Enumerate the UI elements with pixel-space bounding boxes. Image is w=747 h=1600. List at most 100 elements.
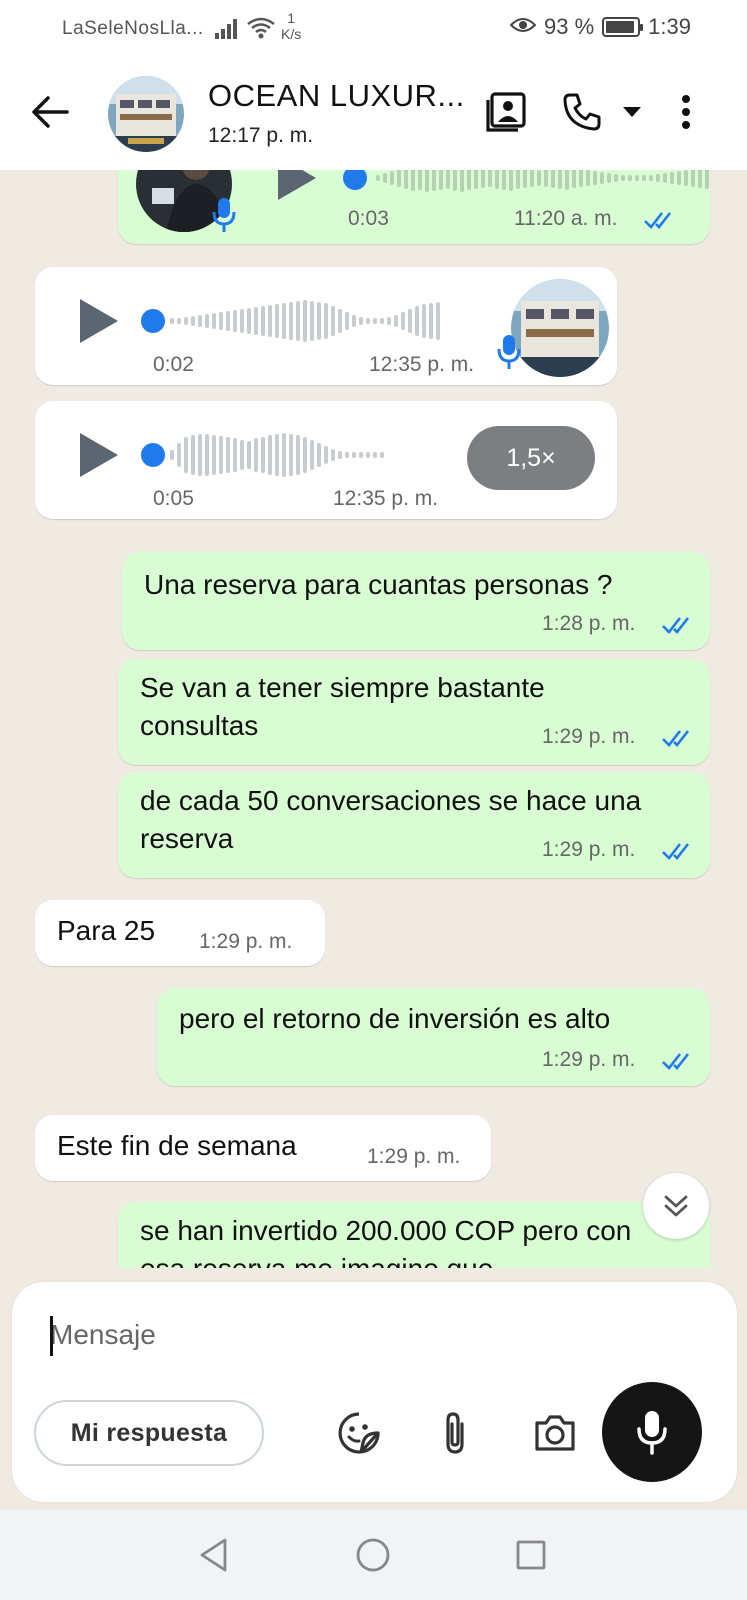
message-input[interactable] — [50, 1310, 590, 1360]
waveform-bar — [621, 175, 625, 181]
text-message-incoming[interactable]: Para 25 1:29 p. m. — [35, 900, 325, 966]
status-right: 93 % 1:39 — [509, 14, 691, 40]
text-message-outgoing[interactable]: Se van a tener siempre bastante consulta… — [118, 659, 710, 765]
attach-button[interactable] — [430, 1408, 480, 1458]
waveform-bar — [331, 449, 335, 461]
waveform-bar — [233, 310, 237, 332]
call-options-button[interactable] — [618, 88, 646, 136]
message-list[interactable]: 0:03 11:20 a. m. 0:02 12:35 p. m. 0:05 1… — [0, 170, 747, 1268]
text-message-outgoing[interactable]: pero el retorno de inversión es alto 1:2… — [157, 988, 710, 1086]
waveform-bar — [481, 170, 485, 188]
waveform-bar — [254, 307, 258, 335]
sticker-icon — [338, 1412, 380, 1454]
circle-home-icon — [356, 1538, 390, 1572]
voice-message-incoming[interactable]: 0:05 12:35 p. m. 1,5× — [35, 401, 617, 519]
nav-home-button[interactable] — [350, 1532, 396, 1578]
text-message-outgoing[interactable]: Una reserva para cuantas personas ? 1:28… — [122, 552, 710, 650]
play-button[interactable] — [80, 299, 118, 343]
text-message-outgoing[interactable]: se han invertido 200.000 COP pero con es… — [118, 1202, 710, 1268]
waveform-bar — [170, 318, 174, 324]
waveform-bar — [467, 170, 471, 190]
waveform-bar — [600, 172, 604, 184]
waveform-bar — [579, 170, 583, 187]
nav-recents-button[interactable] — [508, 1532, 554, 1578]
waveform-bar — [240, 440, 244, 470]
message-time: 12:35 p. m. — [333, 487, 439, 510]
waveform-bar — [677, 171, 681, 185]
waveform-bar — [177, 443, 181, 467]
waveform-bar — [282, 303, 286, 339]
voice-duration: 0:05 — [153, 487, 194, 510]
text-message-outgoing[interactable]: de cada 50 conversaciones se hace una re… — [118, 772, 710, 878]
triangle-back-icon — [200, 1538, 227, 1572]
back-button[interactable] — [26, 88, 74, 136]
waveform-bar — [394, 315, 398, 327]
speed-value: 1 — [287, 10, 296, 26]
waveform-bar — [289, 302, 293, 340]
waveform[interactable] — [170, 296, 440, 346]
waveform-bar — [380, 452, 384, 458]
play-button[interactable] — [278, 170, 316, 200]
progress-dot[interactable] — [141, 443, 165, 467]
waveform-bar — [184, 317, 188, 325]
battery-percent: 93 % — [544, 14, 595, 39]
waveform-bar — [219, 312, 223, 330]
waveform-bar — [366, 452, 370, 458]
waveform-bar — [184, 437, 188, 473]
play-button[interactable] — [80, 433, 118, 477]
waveform[interactable] — [376, 170, 709, 203]
waveform-bar — [495, 170, 499, 189]
waveform[interactable] — [170, 430, 384, 480]
camera-button[interactable] — [530, 1408, 580, 1458]
progress-dot[interactable] — [141, 309, 165, 333]
waveform-bar — [453, 170, 457, 191]
waveform-bar — [296, 301, 300, 341]
chat-header: OCEAN LUXUR... 12:17 p. m. — [0, 58, 747, 170]
waveform-bar — [425, 170, 429, 192]
message-time: 1:29 p. m. — [367, 1145, 461, 1168]
nav-back-button[interactable] — [190, 1532, 236, 1578]
waveform-bar — [387, 317, 391, 325]
waveform-bar — [586, 170, 590, 186]
call-button[interactable] — [558, 88, 606, 136]
waveform-bar — [663, 173, 667, 183]
scroll-to-bottom-button[interactable] — [643, 1173, 709, 1239]
waveform-bar — [268, 305, 272, 337]
message-time: 1:28 p. m. — [542, 612, 636, 635]
waveform-bar — [422, 304, 426, 338]
waveform-bar — [376, 175, 380, 181]
menu-button[interactable] — [672, 88, 700, 136]
contact-card-button[interactable] — [482, 88, 530, 136]
waveform-bar — [523, 170, 527, 188]
waveform-bar — [572, 170, 576, 188]
more-vertical-icon — [682, 95, 690, 129]
waveform-bar — [261, 437, 265, 473]
read-ticks-icon — [662, 843, 690, 860]
progress-dot[interactable] — [343, 170, 367, 190]
waveform-bar — [502, 170, 506, 190]
sticker-button[interactable] — [334, 1408, 384, 1458]
playback-speed-button[interactable]: 1,5× — [467, 426, 595, 490]
contact-avatar[interactable] — [108, 76, 184, 152]
waveform-bar — [432, 170, 436, 191]
waveform-bar — [331, 306, 335, 336]
waveform-bar — [233, 438, 237, 472]
waveform-bar — [345, 312, 349, 330]
text-message-incoming[interactable]: Este fin de semana 1:29 p. m. — [35, 1115, 491, 1181]
waveform-bar — [275, 304, 279, 338]
voice-message-outgoing[interactable]: 0:03 11:20 a. m. — [118, 170, 710, 244]
waveform-bar — [551, 170, 555, 188]
waveform-bar — [537, 170, 541, 186]
voice-message-incoming[interactable]: 0:02 12:35 p. m. — [35, 267, 617, 385]
waveform-bar — [324, 303, 328, 339]
waveform-bar — [359, 452, 363, 458]
waveform-bar — [303, 437, 307, 473]
system-nav-bar — [0, 1510, 747, 1600]
voice-record-button[interactable] — [602, 1382, 702, 1482]
contact-name[interactable]: OCEAN LUXUR... — [208, 78, 465, 114]
waveform-bar — [366, 318, 370, 324]
my-reply-button[interactable]: Mi respuesta — [34, 1400, 264, 1466]
waveform-bar — [401, 312, 405, 330]
wifi-icon — [246, 16, 276, 45]
message-time: 1:29 p. m. — [542, 1048, 636, 1071]
